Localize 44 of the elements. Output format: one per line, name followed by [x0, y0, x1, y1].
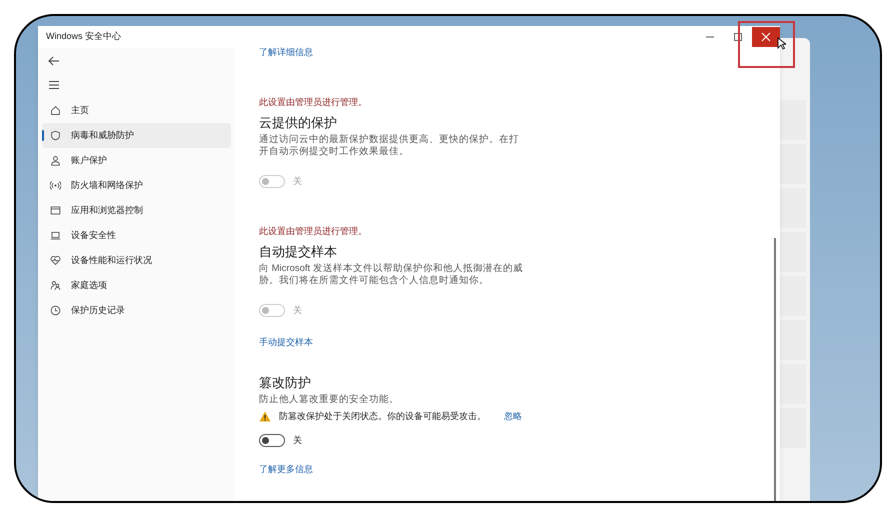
menu-icon[interactable] [48, 80, 60, 90]
sidebar-item[interactable]: 设备安全性 [42, 223, 231, 248]
sidebar-item[interactable]: 设备性能和运行状况 [42, 248, 231, 273]
section-title: 篡改防护 [259, 374, 311, 392]
admin-notice: 此设置由管理员进行管理。 [259, 224, 367, 238]
nav-icon [50, 205, 61, 216]
nav-icon [50, 105, 61, 116]
nav-icon [50, 155, 61, 166]
warning-icon [259, 411, 271, 422]
sidebar-item[interactable]: 主页 [42, 98, 231, 123]
sidebar-item[interactable]: 病毒和威胁防护 [42, 123, 231, 148]
sidebar-item[interactable]: 应用和浏览器控制 [42, 198, 231, 223]
section-link[interactable]: 手动提交样本 [259, 336, 313, 349]
toggle-label: 关 [293, 175, 302, 188]
section-description: 向 Microsoft 发送样本文件以帮助保护你和他人抵御潜在的威胁。我们将在所需文件可能包含个人信息时通知你。 [259, 263, 524, 287]
highlight-frame [738, 21, 795, 68]
nav-icon [50, 305, 61, 316]
nav-icon [50, 230, 61, 241]
section-description: 防止他人篡改重要的安全功能。 [259, 394, 400, 406]
scrollbar[interactable] [774, 238, 776, 501]
close-icon [761, 32, 771, 42]
nav-icon [50, 280, 61, 291]
learn-more-link[interactable]: 了解详细信息 [259, 46, 313, 60]
sidebar-item[interactable]: 账户保护 [42, 148, 231, 173]
window-title: Windows 安全中心 [46, 30, 122, 44]
nav-icon [50, 180, 61, 191]
dismiss-link[interactable]: 忽略 [504, 410, 522, 424]
sidebar-item[interactable]: 家庭选项 [42, 273, 231, 298]
close-button[interactable] [752, 27, 780, 47]
sidebar-item[interactable]: 防火墙和网络保护 [42, 173, 231, 198]
section-title: 云提供的保护 [259, 114, 337, 132]
section-link[interactable]: 了解更多信息 [259, 463, 313, 476]
nav-icon [50, 130, 61, 141]
section-description: 通过访问云中的最新保护数据提供更高、更快的保护。在打开自动示例提交时工作效果最佳。 [259, 134, 520, 158]
nav-icon [50, 255, 61, 266]
maximize-icon [733, 32, 743, 42]
admin-notice: 此设置由管理员进行管理。 [259, 96, 367, 108]
back-arrow-icon[interactable] [48, 56, 60, 66]
toggle-label: 关 [293, 304, 302, 317]
toggle-switch[interactable] [259, 434, 285, 447]
sidebar-item[interactable]: 保护历史记录 [42, 298, 231, 323]
toggle-label: 关 [293, 434, 302, 446]
warning-message: 防篡改保护处于关闭状态。你的设备可能易受攻击。 [279, 410, 486, 423]
section-title: 自动提交样本 [259, 243, 337, 261]
